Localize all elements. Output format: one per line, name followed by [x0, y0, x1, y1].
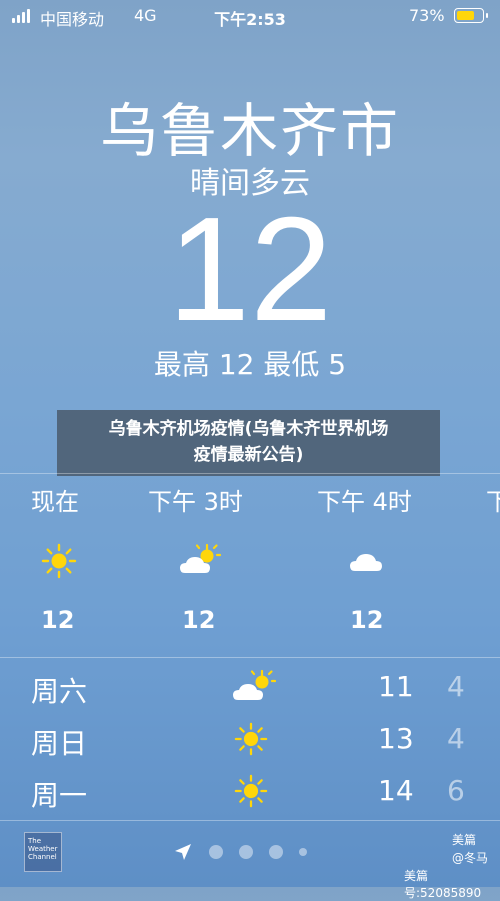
page-indicator[interactable]: [173, 842, 307, 862]
daily-high: 13: [378, 722, 414, 755]
divider: [0, 657, 500, 658]
sun-icon: [41, 543, 77, 579]
watermark-text: @冬马: [452, 851, 489, 865]
partly-cloudy-icon: [180, 543, 221, 573]
high-low-temperature: 最高 12 最低 5: [153, 348, 347, 381]
daily-high: 11: [378, 670, 414, 703]
city-name: 乌鲁木齐市: [99, 97, 400, 165]
hourly-temp: 12: [182, 606, 216, 634]
watermark-text: 美篇: [452, 833, 477, 847]
cloud-icon: [350, 554, 382, 571]
sun-icon: [234, 722, 268, 756]
banner-line-2: 疫情最新公告): [193, 445, 304, 465]
hourly-label: 下午 3时: [148, 488, 243, 516]
location-arrow-icon[interactable]: [173, 842, 193, 862]
hourly-label: 下午 4时: [317, 488, 412, 516]
battery-percent: 73%: [409, 6, 445, 25]
logo-text: Channel: [28, 853, 57, 861]
hourly-label: 下: [486, 488, 500, 516]
logo-text: The: [28, 837, 42, 845]
status-bar: 中国移动 4G 下午2:53 73%: [0, 0, 500, 34]
partly-cloudy-icon: [233, 669, 276, 700]
page-dot[interactable]: [239, 845, 253, 859]
page-dot[interactable]: [209, 845, 223, 859]
divider: [0, 820, 500, 821]
daily-high: 14: [378, 774, 414, 807]
current-temperature: 12: [167, 187, 333, 352]
article-title-banner: 乌鲁木齐机场疫情(乌鲁木齐世界机场 疫情最新公告): [57, 410, 440, 476]
daily-low: 4: [447, 722, 465, 755]
watermark-text: 美篇号:52085890: [404, 869, 482, 900]
daily-low: 4: [447, 670, 465, 703]
hourly-temp: 12: [41, 606, 75, 634]
hourly-temp: 12: [350, 606, 384, 634]
daily-low: 6: [447, 774, 465, 807]
page-dot[interactable]: [269, 845, 283, 859]
battery-icon: [454, 8, 488, 23]
hourly-label: 现在: [31, 488, 79, 516]
daily-day: 周日: [31, 727, 88, 760]
sun-icon: [234, 774, 268, 808]
logo-text: Weather: [28, 845, 58, 853]
weather-channel-logo[interactable]: The Weather Channel: [24, 832, 62, 872]
divider: [0, 473, 500, 474]
daily-day: 周一: [31, 779, 88, 812]
daily-day: 周六: [31, 675, 88, 708]
banner-line-1: 乌鲁木齐机场疫情(乌鲁木齐世界机场: [108, 419, 389, 439]
page-dot[interactable]: [299, 848, 307, 856]
